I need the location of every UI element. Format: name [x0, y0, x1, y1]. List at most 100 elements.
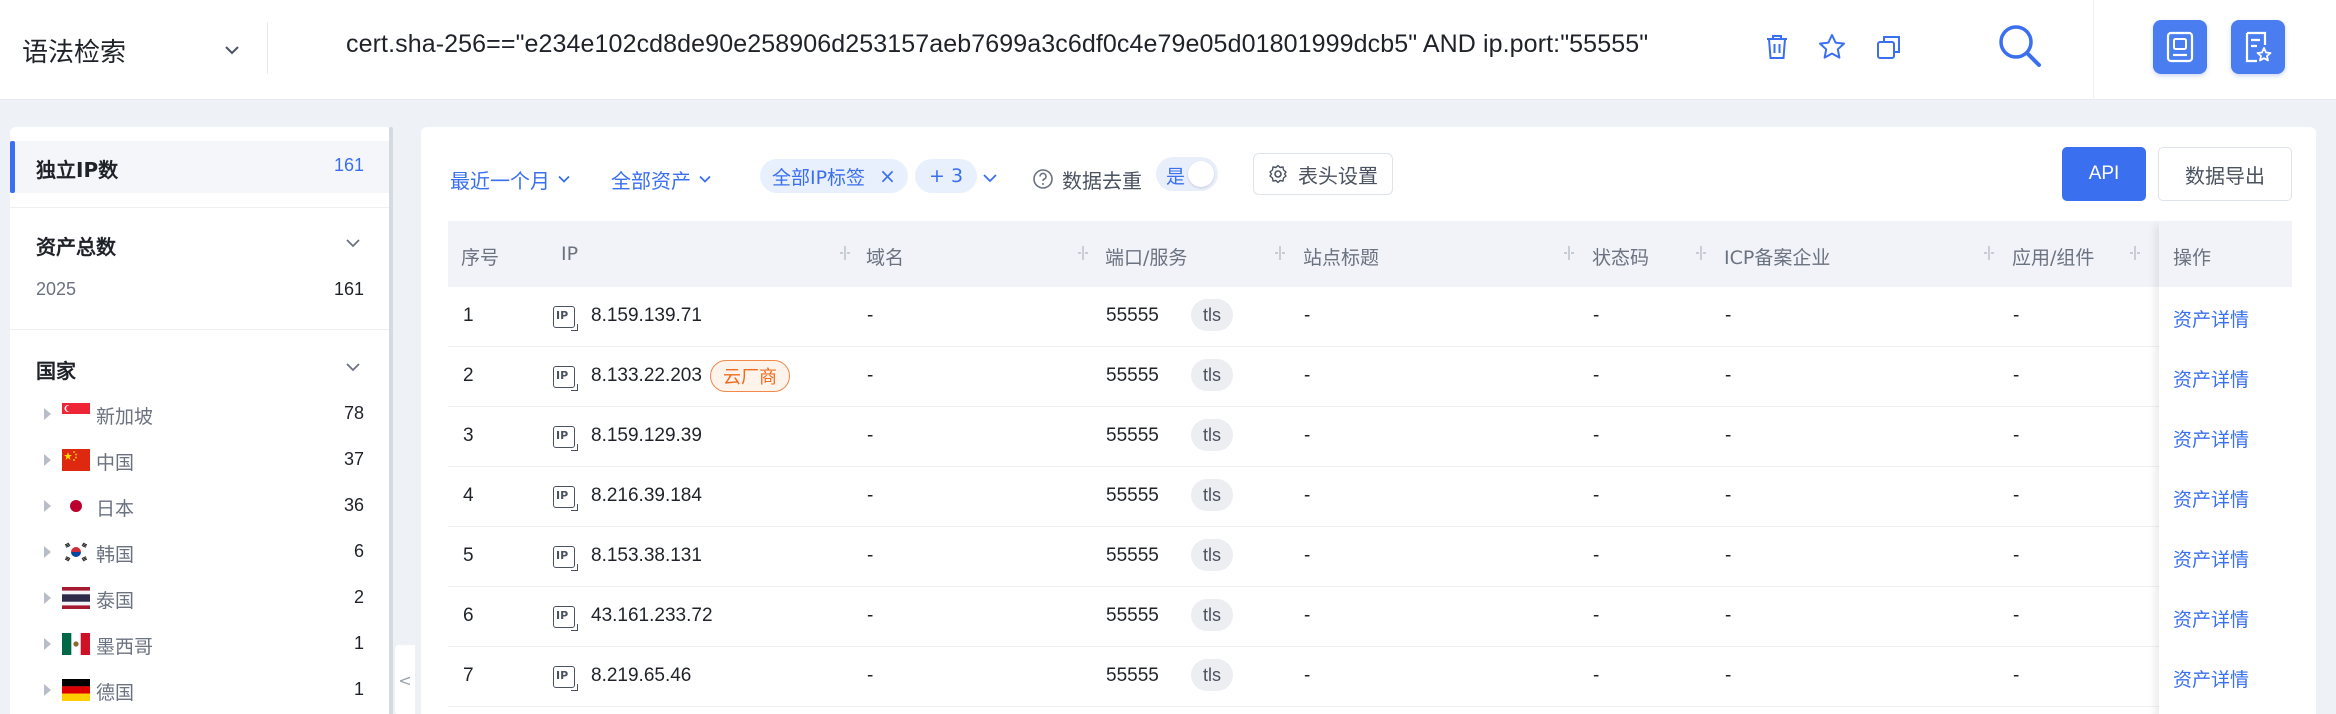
expand-caret-icon[interactable] [44, 454, 51, 466]
country-name: 泰国 [96, 590, 135, 612]
header-settings-label: 表头设置 [1298, 163, 1378, 188]
collapse-sidebar-button[interactable]: < [395, 645, 415, 714]
help-icon[interactable] [1032, 168, 1054, 190]
dedup-toggle[interactable]: 是 [1156, 157, 1218, 191]
favorite-button[interactable] [1815, 30, 1849, 64]
country-item-japan[interactable]: 日本 36 [10, 486, 392, 526]
column-resize-icon[interactable] [1274, 245, 1286, 261]
delete-query-button[interactable] [1760, 30, 1794, 64]
ip-address[interactable]: 43.161.233.72 [591, 605, 713, 627]
ip-icon: IP [553, 306, 578, 331]
query-input[interactable]: cert.sha-256=="e234e102cd8de90e258906d25… [346, 30, 1648, 59]
asset-detail-link[interactable]: 资产详情 [2173, 485, 2249, 512]
icp-cell: - [1725, 605, 1732, 626]
header-settings-button[interactable]: 表头设置 [1253, 153, 1393, 195]
thailand-flag-icon [62, 587, 90, 609]
app-cell: - [2013, 425, 2020, 446]
time-range-filter[interactable]: 最近一个月 [450, 161, 572, 197]
asset-type-filter[interactable]: 全部资产 [611, 161, 713, 197]
chevron-down-icon[interactable] [344, 358, 362, 376]
ip-address[interactable]: 8.133.22.203 [591, 365, 702, 387]
app-cell: - [2013, 545, 2020, 566]
row-number: 6 [463, 605, 474, 626]
trash-icon [1767, 35, 1787, 59]
ip-address[interactable]: 8.159.139.71 [591, 305, 702, 327]
export-data-button[interactable]: 数据导出 [2158, 147, 2292, 201]
expand-caret-icon[interactable] [44, 592, 51, 604]
toggle-knob [1188, 161, 1214, 187]
country-item-mexico[interactable]: 墨西哥 1 [10, 624, 392, 664]
document-icon [2166, 31, 2194, 63]
asset-detail-link[interactable]: 资产详情 [2173, 305, 2249, 332]
sidebar-scrollbar[interactable] [389, 127, 393, 714]
app-cell: - [2013, 365, 2020, 386]
column-resize-icon[interactable] [839, 245, 851, 261]
more-tags-chip[interactable]: + 3 [915, 159, 978, 193]
dedup-label-group: 数据去重 [1032, 161, 1142, 197]
icp-cell: - [1725, 485, 1732, 506]
copy-query-button[interactable] [1872, 30, 1906, 64]
actions-column: 操作 资产详情 资产详情 资产详情 资产详情 资产详情 资产详情 资产详情 [2159, 221, 2292, 714]
country-item-korea[interactable]: 韩国 6 [10, 532, 392, 572]
column-header-status: 状态码 [1592, 247, 1650, 269]
ip-icon-text: IP [556, 669, 569, 682]
row-number: 2 [463, 365, 474, 386]
time-range-label: 最近一个月 [450, 168, 550, 193]
country-name: 墨西哥 [96, 636, 154, 658]
ip-icon: IP [553, 426, 578, 451]
expand-caret-icon[interactable] [44, 500, 51, 512]
expand-caret-icon[interactable] [44, 546, 51, 558]
search-icon[interactable] [1996, 22, 2044, 70]
search-mode-select[interactable]: 语法检索 [22, 26, 242, 74]
country-item-china[interactable]: 中国 37 [10, 440, 392, 480]
asset-detail-link[interactable]: 资产详情 [2173, 665, 2249, 692]
column-resize-icon[interactable] [2129, 245, 2141, 261]
saved-queries-button[interactable] [2231, 20, 2285, 74]
ip-address[interactable]: 8.216.39.184 [591, 485, 702, 507]
close-icon[interactable]: × [879, 164, 896, 188]
column-header-actions: 操作 [2173, 247, 2212, 269]
unique-ip-stat[interactable]: 独立IP数 161 [10, 141, 392, 193]
domain-cell: - [867, 365, 874, 386]
asset-detail-link[interactable]: 资产详情 [2173, 425, 2249, 452]
country-item-singapore[interactable]: 新加坡 78 [10, 394, 392, 434]
ip-address[interactable]: 8.219.65.46 [591, 665, 691, 687]
domain-cell: - [867, 665, 874, 686]
column-resize-icon[interactable] [1563, 245, 1575, 261]
country-item-thailand[interactable]: 泰国 2 [10, 578, 392, 618]
ip-address[interactable]: 8.159.129.39 [591, 425, 702, 447]
domain-cell: - [867, 425, 874, 446]
expand-caret-icon[interactable] [44, 638, 51, 650]
port-cell: 55555 [1106, 425, 1159, 446]
column-resize-icon[interactable] [1695, 245, 1707, 261]
country-count: 78 [343, 403, 364, 423]
site-title-cell: - [1304, 665, 1311, 686]
asset-detail-link[interactable]: 资产详情 [2173, 545, 2249, 572]
asset-detail-link[interactable]: 资产详情 [2173, 605, 2249, 632]
site-title-cell: - [1304, 425, 1311, 446]
country-item-germany[interactable]: 德国 1 [10, 670, 392, 710]
column-resize-icon[interactable] [1077, 245, 1089, 261]
icp-cell: - [1725, 305, 1732, 326]
service-tag: tls [1191, 359, 1233, 391]
chevron-down-icon[interactable] [981, 169, 999, 187]
country-count: 6 [353, 541, 364, 561]
docs-button[interactable] [2153, 20, 2207, 74]
column-resize-icon[interactable] [1983, 245, 1995, 261]
copy-icon [1877, 36, 1900, 59]
mexico-flag-icon [62, 633, 90, 655]
expand-caret-icon[interactable] [44, 684, 51, 696]
asset-detail-link[interactable]: 资产详情 [2173, 365, 2249, 392]
status-cell: - [1593, 485, 1600, 506]
korea-flag-icon [62, 541, 90, 563]
row-number: 7 [463, 665, 474, 686]
service-tag: tls [1191, 599, 1233, 631]
site-title-cell: - [1304, 485, 1311, 506]
ip-address[interactable]: 8.153.38.131 [591, 545, 702, 567]
expand-caret-icon[interactable] [44, 408, 51, 420]
row-number: 5 [463, 545, 474, 566]
chevron-down-icon[interactable] [344, 234, 362, 252]
api-button[interactable]: API [2062, 147, 2146, 201]
ip-tag-chip[interactable]: 全部IP标签 × [760, 159, 908, 193]
divider [10, 207, 392, 208]
